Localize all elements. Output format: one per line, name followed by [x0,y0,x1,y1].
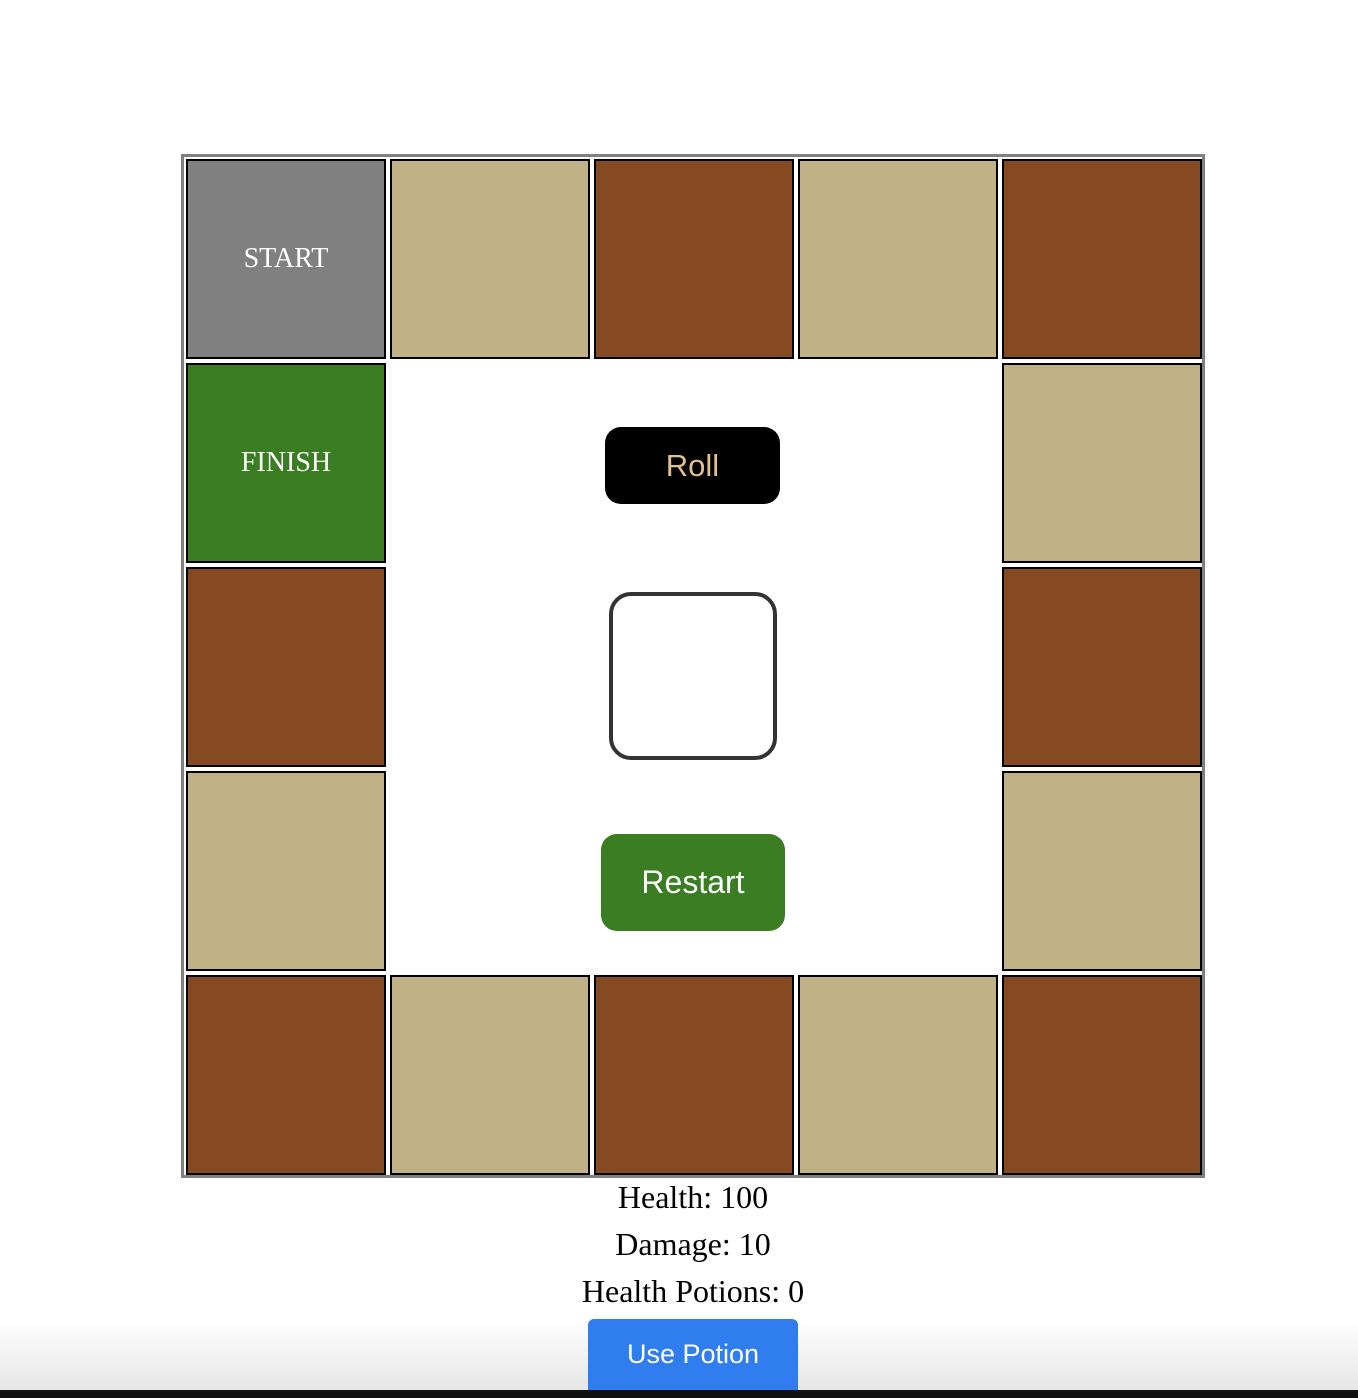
dice-display [609,592,777,760]
damage-stat: Damage: 10 [615,1226,771,1262]
board-tile [798,975,998,1175]
board-tile [1002,567,1202,767]
board-tile [1002,975,1202,1175]
board-tile [390,975,590,1175]
restart-button[interactable]: Restart [601,834,785,931]
health-stat: Health: 100 [617,1179,769,1215]
board-tile [594,975,794,1175]
board-tile [1002,363,1202,563]
board-tile-finish: FINISH [186,363,386,563]
board-tile-start: START [186,159,386,359]
use-potion-button[interactable]: Use Potion [588,1319,798,1390]
board-tile [1002,159,1202,359]
board-tile [186,975,386,1175]
game-page: START FINISH Roll Restart Health: 100 Da… [0,0,1358,1398]
board-tile [390,159,590,359]
bottom-edge [0,1390,1358,1398]
health-potions-stat: Health Potions: 0 [581,1273,805,1309]
board-tile [594,159,794,359]
board-tile [186,567,386,767]
board-tile [186,771,386,971]
start-label: START [243,243,329,274]
finish-label: FINISH [240,447,332,478]
board-tile [1002,771,1202,971]
roll-button[interactable]: Roll [605,427,780,504]
board-tile [798,159,998,359]
